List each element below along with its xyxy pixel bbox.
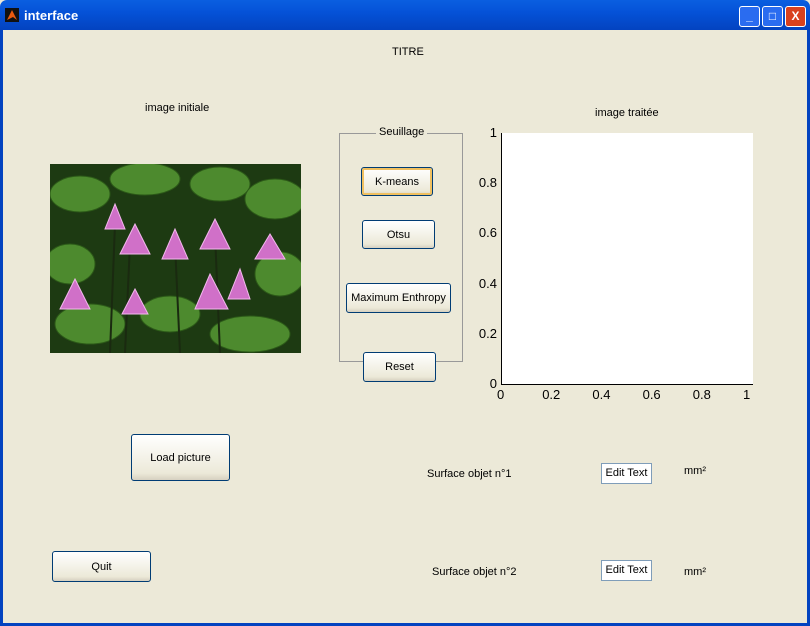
y-tick-label: 0.8: [478, 175, 497, 191]
title-bar[interactable]: interface _ □ X: [0, 0, 810, 30]
processed-image-axes: [501, 133, 753, 385]
y-tick-label: 0.6: [478, 225, 497, 241]
x-tick-label: 0: [497, 387, 505, 402]
window-title: interface: [24, 8, 79, 23]
surface2-label: Surface objet n°2: [432, 566, 517, 578]
surface1-unit: mm²: [684, 465, 706, 477]
x-tick-label: 0.4: [592, 387, 611, 402]
x-tick-label: 0.2: [542, 387, 561, 402]
matlab-icon: [5, 8, 19, 22]
reset-button[interactable]: Reset: [363, 352, 436, 382]
surface1-label: Surface objet n°1: [427, 468, 512, 480]
x-tick-label: 0.8: [692, 387, 711, 402]
x-tick-label: 1: [743, 387, 751, 402]
close-button[interactable]: X: [785, 6, 806, 27]
y-tick-label: 0.2: [478, 325, 497, 341]
group-title: Seuillage: [376, 126, 428, 138]
maximize-button[interactable]: □: [762, 6, 783, 27]
kmeans-button[interactable]: K-means: [361, 167, 433, 196]
surface2-unit: mm²: [684, 566, 706, 578]
quit-button[interactable]: Quit: [52, 551, 151, 582]
y-tick-label: 1: [489, 125, 497, 140]
image-processed-label: image traitée: [595, 107, 659, 119]
minimize-button[interactable]: _: [739, 6, 760, 27]
image-initial-label: image initiale: [145, 102, 210, 114]
y-tick-label: 0: [489, 376, 497, 391]
load-picture-button[interactable]: Load picture: [131, 434, 230, 481]
page-title: TITRE: [392, 46, 424, 58]
surface2-input[interactable]: Edit Text: [601, 560, 652, 581]
y-tick-label: 0.4: [478, 275, 497, 291]
otsu-button[interactable]: Otsu: [362, 220, 435, 249]
x-tick-label: 0.6: [642, 387, 661, 402]
maximum-entropy-button[interactable]: Maximum Enthropy: [346, 283, 451, 313]
initial-image: [44, 162, 306, 354]
surface1-input[interactable]: Edit Text: [601, 463, 652, 484]
